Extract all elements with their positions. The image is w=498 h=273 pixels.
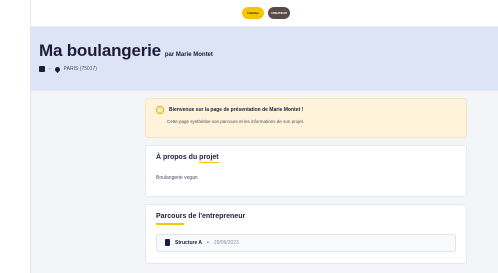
author-label: par Marie Montet (164, 52, 213, 58)
notice-header: i Bienvenue sur la page de présentation … (156, 106, 456, 114)
about-title: À propos du projet (156, 154, 456, 163)
structure-date: 29/09/2023 (213, 239, 239, 246)
project-hero: Ma boulangerie par Marie Montet - PARIS … (31, 27, 498, 91)
structure-separator: • (207, 239, 209, 246)
top-bar: Initiative CREATEUR (31, 0, 498, 27)
about-project-card: À propos du projet Boulangerie vegan (145, 145, 467, 197)
about-title-accent: projet (199, 154, 219, 163)
info-icon: i (156, 106, 164, 114)
location-pin-icon (53, 65, 61, 73)
about-body: Boulangerie vegan (156, 175, 198, 181)
hero-title-row: Ma boulangerie par Marie Montet (39, 41, 498, 61)
notice-text: Cette page synthétise son parcours et le… (167, 119, 305, 124)
page-title: Ma boulangerie (39, 41, 161, 60)
structure-row[interactable]: Structure A • 29/09/2023 (156, 233, 456, 252)
notice-title: Bienvenue sur la page de présentation de… (169, 107, 304, 113)
partner-logo-initiative[interactable]: Initiative (242, 7, 264, 19)
welcome-notice: i Bienvenue sur la page de présentation … (145, 98, 467, 138)
partner-logo-initiative-text: Initiative (247, 11, 259, 15)
about-title-prefix: À propos du (156, 154, 200, 161)
title-accent-bar (156, 223, 184, 225)
structure-icon (165, 239, 170, 246)
parcours-title: Parcours de l'entrepreneur (156, 213, 246, 220)
hero-meta: - PARIS (75017) (39, 65, 498, 73)
structure-name: Structure A (175, 239, 203, 246)
briefcase-icon (39, 66, 45, 72)
viewport: Initiative CREATEUR Ma boulangerie par M… (0, 0, 498, 273)
partner-logo-createur-text: CREATEUR (271, 11, 287, 15)
main-content: i Bienvenue sur la page de présentation … (145, 98, 467, 264)
parcours-card: Parcours de l'entrepreneur Structure A •… (145, 204, 467, 264)
partner-logo-createur[interactable]: CREATEUR (268, 7, 290, 19)
location-text: PARIS (75017) (63, 66, 97, 72)
meta-dash: - (49, 66, 51, 72)
